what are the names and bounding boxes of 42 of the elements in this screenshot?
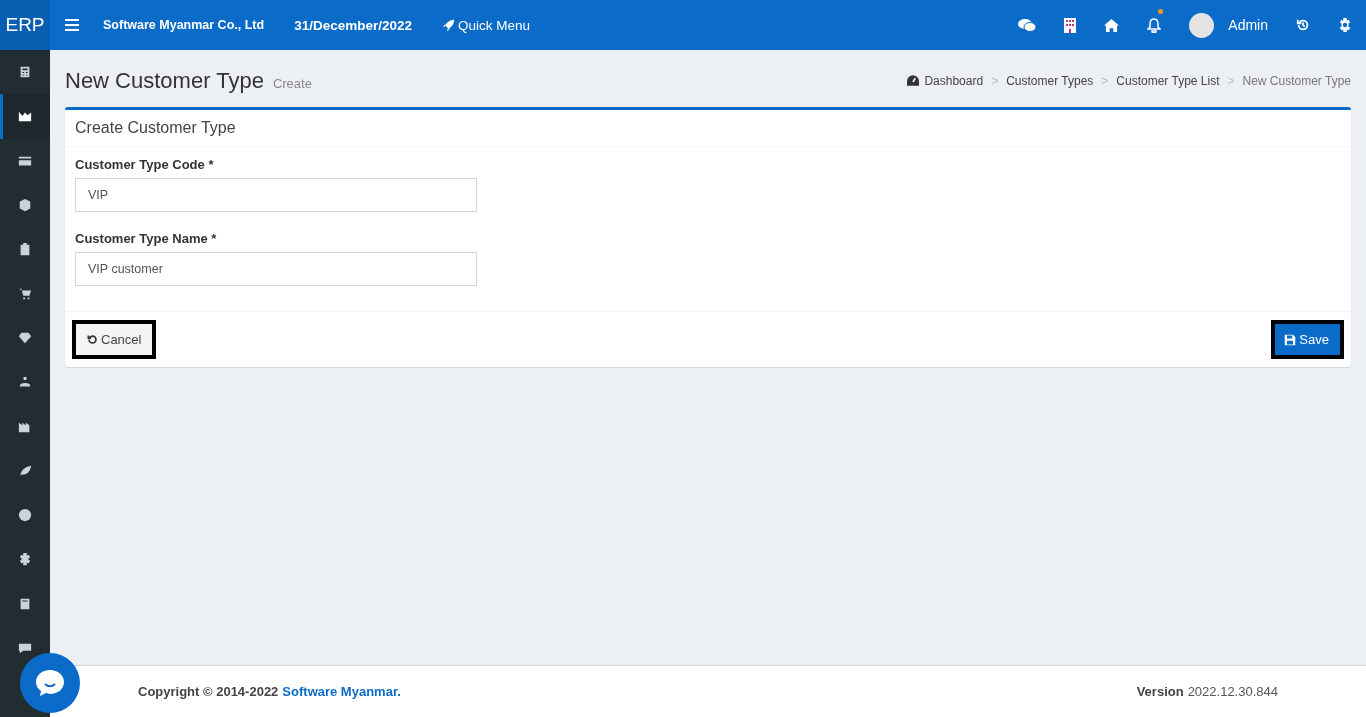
field-label: Customer Type Name *: [75, 231, 218, 246]
leaf-icon: [18, 463, 32, 478]
page-subtitle: Create: [272, 76, 312, 91]
undo-icon: [87, 334, 98, 345]
cube-icon: [18, 198, 32, 213]
input-field[interactable]: VIP customer: [75, 252, 477, 286]
copyright-text: Copyright © 2014-2022: [138, 684, 279, 699]
dashboard-icon: [907, 75, 920, 86]
menu-icon[interactable]: [65, 19, 79, 31]
chat-icon[interactable]: [1018, 18, 1037, 32]
save-button[interactable]: Save: [1271, 320, 1344, 359]
user-name[interactable]: Admin: [1228, 17, 1268, 33]
home-icon[interactable]: [1104, 18, 1120, 32]
breadcrumb-separator: >: [1227, 73, 1235, 88]
avatar[interactable]: [1189, 12, 1215, 38]
version-number: 2022.12.30.844: [1187, 684, 1278, 699]
field-label: Customer Type Code *: [75, 157, 215, 172]
calculator-icon: [18, 65, 32, 80]
breadcrumb-link[interactable]: Dashboard: [924, 73, 984, 88]
settings-icon[interactable]: [1338, 18, 1352, 32]
input-field[interactable]: VIP: [75, 178, 477, 212]
company-link[interactable]: Software Myanmar.: [282, 684, 401, 699]
bell-icon[interactable]: [1147, 17, 1162, 33]
company-name: Software Myanmar Co., Ltd: [103, 18, 265, 32]
quick-menu-link[interactable]: Quick Menu: [442, 17, 530, 33]
page-title: New Customer Type: [65, 67, 264, 94]
breadcrumb-separator: >: [1101, 73, 1109, 88]
breadcrumb-link[interactable]: Customer Types: [1006, 73, 1094, 88]
card-title: Create Customer Type: [65, 110, 1351, 147]
date-text: 31/December/2022: [294, 17, 412, 33]
cancel-button[interactable]: Cancel: [72, 320, 157, 359]
rocket-icon: [442, 18, 455, 32]
breadcrumb-link[interactable]: Customer Type List: [1116, 73, 1220, 88]
history-icon[interactable]: [1296, 18, 1310, 32]
version-label: Version: [1136, 684, 1184, 699]
breadcrumb-separator: >: [991, 73, 999, 88]
diamond-icon: [18, 330, 32, 345]
gear-icon: [18, 552, 32, 567]
chat-bubble-icon: [35, 669, 65, 697]
logo: ERP: [0, 0, 50, 50]
cart-icon: [18, 286, 32, 301]
sidebar-item[interactable]: [0, 94, 50, 139]
